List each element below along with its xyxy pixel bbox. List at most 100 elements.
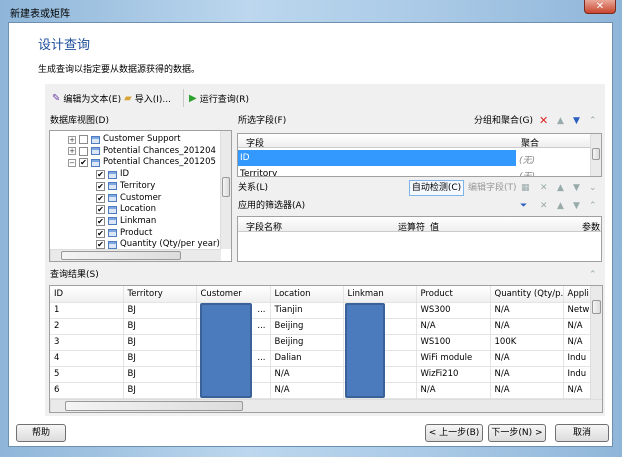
table-cell: N/A — [490, 382, 564, 399]
table-row[interactable]: 5 BJ N/A WizFi210 N/A Indu — [50, 366, 591, 383]
filters-header: 应用的筛选器(A) — [238, 201, 306, 211]
move-down-icon[interactable]: ▼ — [573, 114, 580, 128]
column-header[interactable]: ID — [50, 286, 124, 303]
checkbox[interactable] — [79, 146, 88, 156]
field-agg[interactable]: (无) — [519, 153, 535, 166]
table-row[interactable]: 4 BJ... Dalian WiFi module N/A Indu — [50, 350, 591, 367]
delete-icon[interactable]: ✕ — [539, 114, 548, 128]
results-hscroll-thumb[interactable] — [65, 401, 243, 411]
checkbox[interactable]: ✔ — [96, 205, 105, 215]
close-button[interactable]: ✕ — [584, 0, 616, 14]
run-query-button[interactable]: ▶ 运行查询(R) — [189, 92, 249, 105]
field-row[interactable]: Territory — [240, 169, 277, 176]
add-relation-icon[interactable]: ▦ — [521, 181, 530, 195]
checkbox[interactable]: ✔ — [96, 181, 105, 191]
tree-item[interactable]: − ✔ Potential Chances_201205 — [68, 157, 216, 168]
checkbox[interactable]: ✔ — [96, 240, 105, 250]
delete-icon[interactable]: ✕ — [540, 181, 548, 195]
results-grid[interactable]: ID Territory Customer Location Linkman Produc… — [49, 285, 603, 413]
table-cell: BJ — [123, 302, 197, 319]
table-row[interactable]: 2 BJ... Beijing N/A N/A N/A — [50, 318, 591, 335]
table-cell: Beijing — [270, 318, 344, 335]
db-view-header: 数据库视图(D) — [50, 114, 232, 128]
table-row[interactable]: 1 BJ... Tianjin WS300 N/A Netw — [50, 302, 591, 319]
auto-detect-button[interactable]: 自动检测(C) — [409, 180, 464, 196]
column-header[interactable]: Product — [416, 286, 491, 303]
collapse-icon[interactable]: ⌃ — [589, 114, 597, 128]
expand-icon[interactable]: ⌄ — [589, 181, 597, 195]
back-button[interactable]: < 上一步(B) — [425, 424, 483, 442]
column-icon — [108, 194, 117, 202]
delete-icon[interactable]: ✕ — [540, 199, 548, 213]
move-up-icon[interactable]: ▲ — [557, 199, 564, 213]
field-agg[interactable]: (无) — [519, 169, 535, 176]
column-header[interactable]: Appli — [563, 286, 591, 303]
edit-fields-button[interactable]: 编辑字段(T) — [468, 181, 517, 195]
table-cell: Indu — [563, 350, 591, 367]
move-down-icon[interactable]: ▼ — [573, 181, 580, 195]
filters-grid[interactable]: 字段名称 运算符 值 参数 — [237, 216, 602, 262]
tree-vscrollbar[interactable] — [220, 131, 231, 249]
move-down-icon[interactable]: ▼ — [573, 199, 580, 213]
column-icon — [108, 205, 117, 214]
tree-hscroll-thumb[interactable] — [61, 251, 181, 260]
checkbox[interactable]: ✔ — [96, 216, 105, 226]
tree-item[interactable]: ✔ Territory — [96, 181, 155, 192]
db-view-tree[interactable]: + Customer Support + Potential Chances_2012… — [49, 130, 232, 262]
column-header[interactable]: Customer — [196, 286, 271, 303]
col-aggregate: 聚合 — [521, 139, 540, 149]
table-cell: N/A — [416, 382, 491, 399]
move-up-icon[interactable]: ▲ — [557, 181, 564, 195]
tree-item[interactable]: ✔ ID — [96, 169, 129, 180]
column-header[interactable]: Territory — [123, 286, 197, 303]
field-row-selected[interactable]: ID — [238, 150, 516, 166]
collapse-icon[interactable]: ⌃ — [589, 199, 597, 213]
fields-vscroll-thumb[interactable] — [592, 148, 600, 160]
tree-vscroll-thumb[interactable] — [222, 177, 230, 197]
checkbox[interactable]: ✔ — [96, 228, 105, 238]
tree-item-label: Location — [120, 204, 156, 215]
checkbox[interactable]: ✔ — [79, 158, 88, 168]
table-icon — [91, 135, 100, 144]
help-button[interactable]: 帮助 — [16, 424, 66, 442]
expand-icon[interactable]: + — [68, 147, 76, 156]
results-header: 查询结果(S) — [50, 270, 99, 280]
results-vscrollbar[interactable] — [590, 286, 602, 400]
import-button[interactable]: ▰ 导入(I)... — [124, 92, 171, 105]
column-header[interactable]: Linkman — [343, 286, 417, 303]
tree-item[interactable]: ✔ Product — [96, 228, 152, 239]
table-row[interactable]: 3 BJ Beijing WS100 100K N/A — [50, 334, 591, 351]
column-header[interactable]: Location — [270, 286, 344, 303]
collapse-icon[interactable]: − — [68, 158, 76, 167]
next-button[interactable]: 下一步(N) > — [488, 424, 546, 442]
tree-item[interactable]: ✔ Location — [96, 204, 156, 215]
tree-hscrollbar[interactable] — [50, 249, 221, 261]
results-vscroll-thumb[interactable] — [592, 300, 601, 314]
col-value: 值 — [430, 223, 440, 233]
add-filter-icon[interactable]: ⏷ — [520, 199, 527, 213]
col-field-name: 字段名称 — [246, 223, 283, 233]
table-row[interactable]: 6 BJ N/A N/A N/A N/A — [50, 382, 591, 399]
cancel-button[interactable]: 取消 — [555, 424, 609, 442]
table-cell: WS100 — [416, 334, 491, 351]
tree-item[interactable]: ✔ Linkman — [96, 216, 156, 227]
edit-as-text-button[interactable]: ✎ 编辑为文本(E) — [52, 92, 121, 105]
tree-item[interactable]: + Customer Support — [68, 134, 181, 145]
group-aggregate-button[interactable]: 分组和聚合(G) — [474, 114, 533, 128]
expand-icon[interactable]: + — [68, 135, 76, 144]
checkbox[interactable] — [79, 135, 88, 144]
fields-vscrollbar[interactable] — [590, 134, 601, 176]
window-title: 新建表或矩阵 — [10, 9, 70, 20]
tree-item[interactable]: ✔ Customer — [96, 193, 161, 204]
column-icon — [108, 240, 117, 249]
checkbox[interactable]: ✔ — [96, 193, 105, 203]
column-header[interactable]: Quantity (Qty/p... — [490, 286, 564, 303]
tree-item[interactable]: + Potential Chances_201204 — [68, 146, 216, 157]
selected-fields-grid[interactable]: 字段 聚合 ID (无) Territory (无) — [237, 133, 602, 177]
checkbox[interactable]: ✔ — [96, 170, 105, 180]
tree-item-label: Potential Chances_201204 — [103, 145, 216, 156]
move-up-icon[interactable]: ▲ — [557, 114, 564, 128]
table-cell: 4 — [50, 350, 124, 367]
collapse-icon[interactable]: ⌃ — [589, 268, 597, 282]
results-hscrollbar[interactable] — [50, 399, 602, 412]
